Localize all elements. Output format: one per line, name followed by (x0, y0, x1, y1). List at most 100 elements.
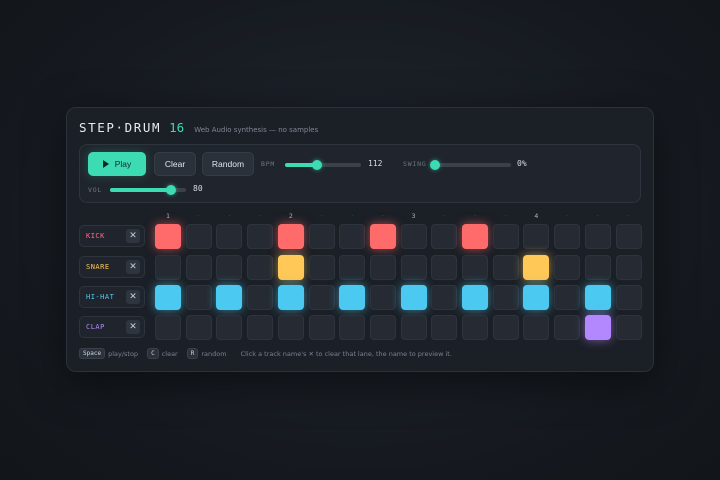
step-cell[interactable] (277, 224, 304, 249)
track-name[interactable]: SNARE (86, 263, 110, 271)
vol-slider-knob[interactable] (165, 185, 176, 195)
step-cell[interactable] (554, 285, 581, 310)
step-cell[interactable] (615, 224, 642, 249)
random-button[interactable]: Random (202, 152, 254, 176)
step-cell[interactable] (155, 224, 181, 249)
step-cell[interactable] (369, 285, 396, 310)
clear-track-icon[interactable]: ✕ (126, 320, 140, 334)
step-tick: · (504, 212, 507, 220)
step-cell[interactable] (308, 255, 335, 280)
step-cell[interactable] (400, 224, 427, 249)
step-cell[interactable] (523, 255, 550, 280)
step-cell[interactable] (216, 315, 243, 340)
track-name[interactable]: HI-HAT (86, 293, 114, 301)
step-cell[interactable] (554, 315, 581, 340)
step-cell[interactable] (308, 315, 335, 340)
step-cell[interactable] (584, 285, 611, 310)
swing-slider[interactable] (430, 160, 511, 170)
bpm-slider[interactable] (285, 160, 361, 170)
step-cell[interactable] (155, 255, 181, 280)
bpm-slider-knob[interactable] (311, 160, 322, 170)
vol-value: 80 (193, 184, 203, 193)
step-cell[interactable] (431, 255, 458, 280)
sequencer-panel: STEP·DRUM 16 Web Audio synthesis — no sa… (66, 107, 654, 372)
step-tick: · (351, 212, 354, 220)
step-cell[interactable] (277, 285, 304, 310)
clear-hint: clear (161, 349, 178, 358)
step-cell[interactable] (155, 285, 181, 310)
step-cell[interactable] (369, 255, 396, 280)
track-name[interactable]: KICK (86, 232, 105, 240)
step-cell[interactable] (492, 285, 519, 310)
step-cell[interactable] (277, 315, 304, 340)
app-title-number: 16 (169, 120, 185, 135)
beat-number-4: 4 (534, 212, 539, 220)
step-cell[interactable] (339, 315, 366, 340)
step-cell[interactable] (216, 224, 243, 249)
track-snare[interactable]: SNARE ✕ (79, 256, 145, 278)
step-cell[interactable] (554, 255, 581, 280)
step-cell[interactable] (584, 224, 611, 249)
step-cell[interactable] (431, 285, 458, 310)
step-cell[interactable] (339, 285, 366, 310)
vol-slider-fill (110, 188, 171, 192)
step-cell[interactable] (400, 255, 427, 280)
beat-number-1: 1 (166, 212, 170, 220)
step-cell[interactable] (523, 224, 550, 249)
clear-button[interactable]: Clear (154, 152, 196, 176)
step-cell[interactable] (247, 285, 274, 310)
space-key: Space (79, 348, 106, 359)
step-cell[interactable] (615, 285, 642, 310)
step-cell[interactable] (492, 255, 519, 280)
step-cell[interactable] (339, 224, 366, 249)
clear-track-icon[interactable]: ✕ (126, 260, 140, 274)
clear-track-icon[interactable]: ✕ (126, 290, 140, 304)
step-cell[interactable] (615, 315, 642, 340)
track-hi-hat[interactable]: HI-HAT ✕ (79, 286, 145, 308)
step-cell[interactable] (216, 255, 243, 280)
step-cell[interactable] (155, 315, 181, 340)
play-label: Play (114, 159, 132, 169)
step-cell[interactable] (523, 285, 550, 310)
track-kick[interactable]: KICK ✕ (79, 225, 145, 247)
track-name[interactable]: CLAP (86, 323, 105, 331)
step-cell[interactable] (185, 224, 212, 249)
step-cell[interactable] (400, 285, 427, 310)
bpm-value: 112 (368, 159, 383, 168)
step-cell[interactable] (523, 315, 550, 340)
step-cell[interactable] (492, 224, 519, 249)
step-cell[interactable] (308, 285, 335, 310)
step-cell[interactable] (492, 315, 519, 340)
step-cell[interactable] (185, 315, 212, 340)
step-tick: · (627, 212, 630, 220)
step-cell[interactable] (339, 255, 366, 280)
clear-track-icon[interactable]: ✕ (126, 229, 140, 243)
step-cell[interactable] (369, 224, 396, 249)
step-cell[interactable] (400, 315, 427, 340)
swing-value: 0% (517, 159, 527, 168)
step-cell[interactable] (431, 224, 458, 249)
vol-slider[interactable] (110, 185, 186, 195)
step-cell[interactable] (369, 315, 396, 340)
step-cell[interactable] (462, 255, 488, 280)
step-cell[interactable] (216, 285, 243, 310)
step-cell[interactable] (462, 224, 488, 249)
step-cell[interactable] (615, 255, 642, 280)
step-cell[interactable] (247, 315, 274, 340)
step-cell[interactable] (584, 315, 611, 340)
track-clap[interactable]: CLAP ✕ (79, 316, 145, 338)
step-cell[interactable] (247, 255, 274, 280)
swing-slider-knob[interactable] (430, 160, 440, 170)
play-icon (102, 160, 109, 168)
step-cell[interactable] (247, 224, 274, 249)
step-cell[interactable] (554, 224, 581, 249)
step-cell[interactable] (308, 224, 335, 249)
step-cell[interactable] (462, 285, 488, 310)
step-cell[interactable] (462, 315, 488, 340)
step-cell[interactable] (584, 255, 611, 280)
play-button[interactable]: Play (88, 152, 146, 176)
step-cell[interactable] (277, 255, 304, 280)
step-cell[interactable] (431, 315, 458, 340)
step-cell[interactable] (185, 285, 212, 310)
step-cell[interactable] (185, 255, 212, 280)
